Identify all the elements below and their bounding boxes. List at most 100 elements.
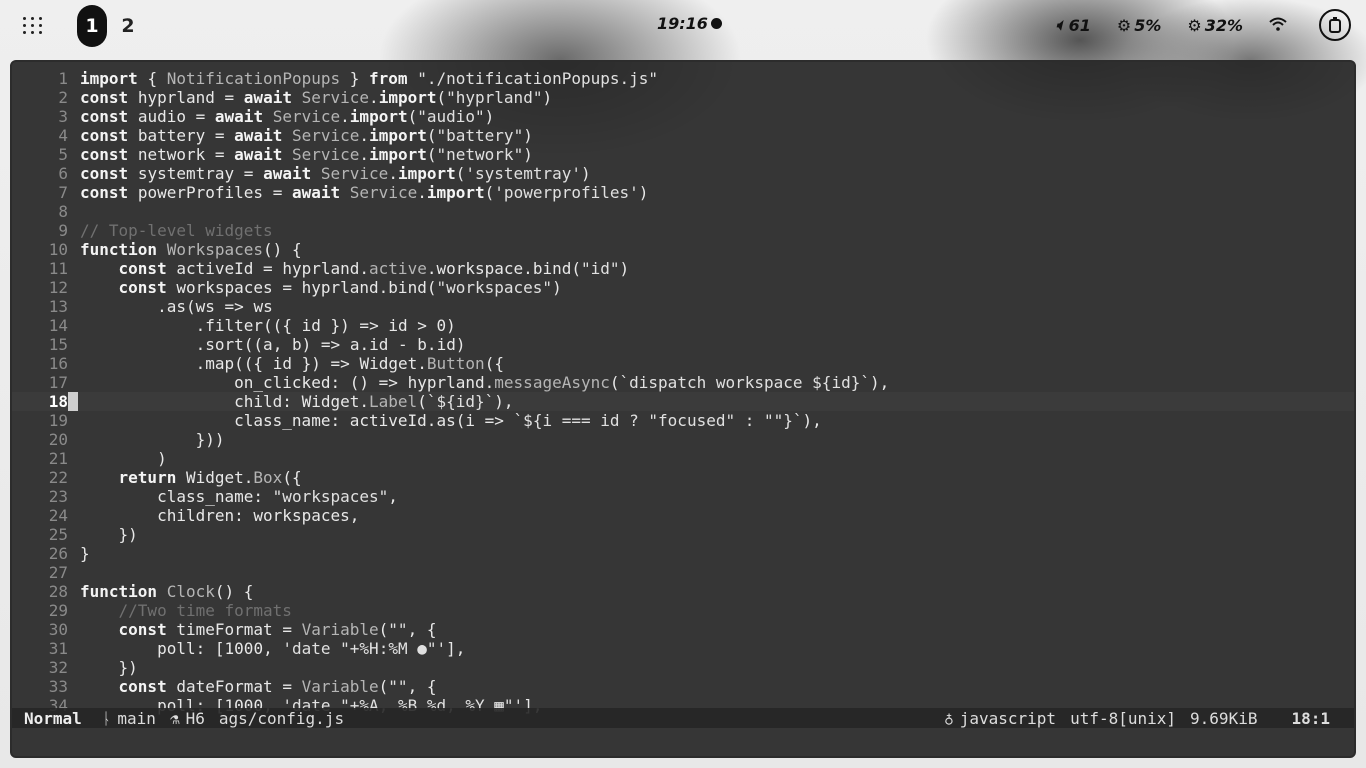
status-area: 🔈︎ 61 ⚙ 5% ⚙ 32%: [1056, 0, 1366, 50]
code-line[interactable]: 3 const audio = await Service.import("aud…: [12, 107, 1354, 126]
line-text: })): [195, 430, 225, 449]
workspace-button-2[interactable]: 2: [117, 5, 139, 47]
line-number: 24: [48, 506, 68, 525]
line-number: 32: [48, 658, 68, 677]
line-number: 28: [48, 582, 68, 601]
code-line[interactable]: 10 function Workspaces() {: [12, 240, 1354, 259]
line-text: //Two time formats: [80, 601, 292, 620]
line-text: import { NotificationPopups } from "./no…: [80, 69, 659, 88]
line-number: 1: [58, 69, 68, 88]
volume-value: 61: [1068, 15, 1091, 35]
line-text: .filter(({ id }) => id > 0): [195, 316, 456, 335]
line-text: }): [118, 525, 138, 544]
line-number: 3: [58, 107, 68, 126]
diagnostics: ⚗ H6: [170, 709, 205, 728]
code-line[interactable]: 17 on_clicked: () => hyprland.messageAsy…: [12, 373, 1354, 392]
line-number: 9: [58, 221, 68, 240]
wifi-icon[interactable]: [1269, 16, 1287, 35]
line-text: class_name: activeId.as(i => `${i === id…: [234, 411, 822, 430]
code-editor[interactable]: 1 import { NotificationPopups } from "./n…: [12, 69, 1354, 715]
code-line[interactable]: 15 .sort((a, b) => a.id - b.id): [12, 335, 1354, 354]
line-text: function Workspaces() {: [80, 240, 302, 259]
line-number: 2: [58, 88, 68, 107]
code-line[interactable]: 28 function Clock() {: [12, 582, 1354, 601]
workspace-button-1[interactable]: 1: [77, 5, 107, 47]
code-line[interactable]: 1 import { NotificationPopups } from "./n…: [12, 69, 1354, 88]
memory-value: 32%: [1204, 15, 1243, 35]
command-line[interactable]: [12, 728, 1354, 756]
code-line[interactable]: 5 const network = await Service.import("n…: [12, 145, 1354, 164]
file-size: 9.69KiB: [1190, 708, 1258, 728]
code-line[interactable]: 7 const powerProfiles = await Service.imp…: [12, 183, 1354, 202]
line-text: child: Widget.Label(`${id}`),: [234, 392, 514, 411]
line-number: 25: [48, 525, 68, 544]
code-line[interactable]: 32 }): [12, 658, 1354, 677]
terminal-window[interactable]: 1 import { NotificationPopups } from "./n…: [10, 60, 1356, 758]
code-line[interactable]: 13 .as(ws => ws: [12, 297, 1354, 316]
speaker-icon: 🔈︎: [1055, 15, 1066, 34]
code-line[interactable]: 4 const battery = await Service.import("b…: [12, 126, 1354, 145]
line-number: 6: [58, 164, 68, 183]
line-number: 30: [48, 620, 68, 639]
code-line[interactable]: 9 // Top-level widgets: [12, 221, 1354, 240]
code-line[interactable]: 21 ): [12, 449, 1354, 468]
power-icon[interactable]: [1319, 9, 1351, 41]
cpu-value: 5%: [1134, 15, 1162, 35]
code-line[interactable]: 30 const timeFormat = Variable("", {: [12, 620, 1354, 639]
code-line[interactable]: 8: [12, 202, 1354, 221]
code-line[interactable]: 33 const dateFormat = Variable("", {: [12, 677, 1354, 696]
line-number: 16: [48, 354, 68, 373]
line-text: const workspaces = hyprland.bind("worksp…: [118, 278, 562, 297]
line-text: poll: [1000, 'date "+%H:%M ●"'],: [157, 639, 466, 658]
line-text: on_clicked: () => hyprland.messageAsync(…: [234, 373, 890, 392]
code-line[interactable]: 26}: [12, 544, 1354, 563]
line-text: const network = await Service.import("ne…: [80, 145, 533, 164]
code-line[interactable]: 11 const activeId = hyprland.active.work…: [12, 259, 1354, 278]
line-number: 23: [48, 487, 68, 506]
line-text: const activeId = hyprland.active.workspa…: [118, 259, 630, 278]
code-line[interactable]: 24 children: workspaces,: [12, 506, 1354, 525]
line-number: 10: [48, 240, 68, 259]
code-line[interactable]: 6 const systemtray = await Service.import…: [12, 164, 1354, 183]
line-text: return Widget.Box({: [118, 468, 302, 487]
clock-icon: [710, 18, 722, 29]
code-line[interactable]: 29 //Two time formats: [12, 601, 1354, 620]
code-line[interactable]: 14 .filter(({ id }) => id > 0): [12, 316, 1354, 335]
line-number: 11: [48, 259, 68, 278]
code-line[interactable]: 12 const workspaces = hyprland.bind("wor…: [12, 278, 1354, 297]
volume-indicator[interactable]: 🔈︎ 61: [1056, 15, 1091, 35]
line-number: 4: [58, 126, 68, 145]
branch-name: main: [117, 708, 156, 728]
code-line[interactable]: 18 child: Widget.Label(`${id}`),: [12, 392, 1354, 411]
code-line[interactable]: 27: [12, 563, 1354, 582]
code-line[interactable]: 2 const hyprland = await Service.import("…: [12, 88, 1354, 107]
line-number: 5: [58, 145, 68, 164]
line-text: children: workspaces,: [157, 506, 360, 525]
code-line[interactable]: 25 }): [12, 525, 1354, 544]
code-line[interactable]: 16 .map(({ id }) => Widget.Button({: [12, 354, 1354, 373]
line-text: ): [157, 449, 167, 468]
code-line[interactable]: 22 return Widget.Box({: [12, 468, 1354, 487]
cpu-icon: ⚙: [1116, 15, 1132, 35]
code-line[interactable]: 23 class_name: "workspaces",: [12, 487, 1354, 506]
line-text: const hyprland = await Service.import("h…: [80, 88, 553, 107]
line-text: }): [118, 658, 138, 677]
app-launcher-icon[interactable]: [20, 12, 46, 38]
line-number: 21: [48, 449, 68, 468]
mode-indicator: Normal: [24, 708, 82, 728]
git-branch: ᚿ main: [102, 709, 156, 728]
line-number: 14: [48, 316, 68, 335]
line-number: 33: [48, 677, 68, 696]
code-line[interactable]: 31 poll: [1000, 'date "+%H:%M ●"'],: [12, 639, 1354, 658]
clock[interactable]: 19:16: [657, 14, 722, 33]
line-number: 20: [48, 430, 68, 449]
code-line[interactable]: 19 class_name: activeId.as(i => `${i ===…: [12, 411, 1354, 430]
line-text: const battery = await Service.import("ba…: [80, 126, 533, 145]
line-number: 8: [58, 202, 68, 221]
line-text: .map(({ id }) => Widget.Button({: [195, 354, 504, 373]
clock-time: 19:16: [657, 14, 708, 33]
code-line[interactable]: 20 })): [12, 430, 1354, 449]
encoding: utf-8[unix]: [1070, 708, 1177, 728]
line-text: .as(ws => ws: [157, 297, 273, 316]
line-text: }: [80, 544, 90, 563]
